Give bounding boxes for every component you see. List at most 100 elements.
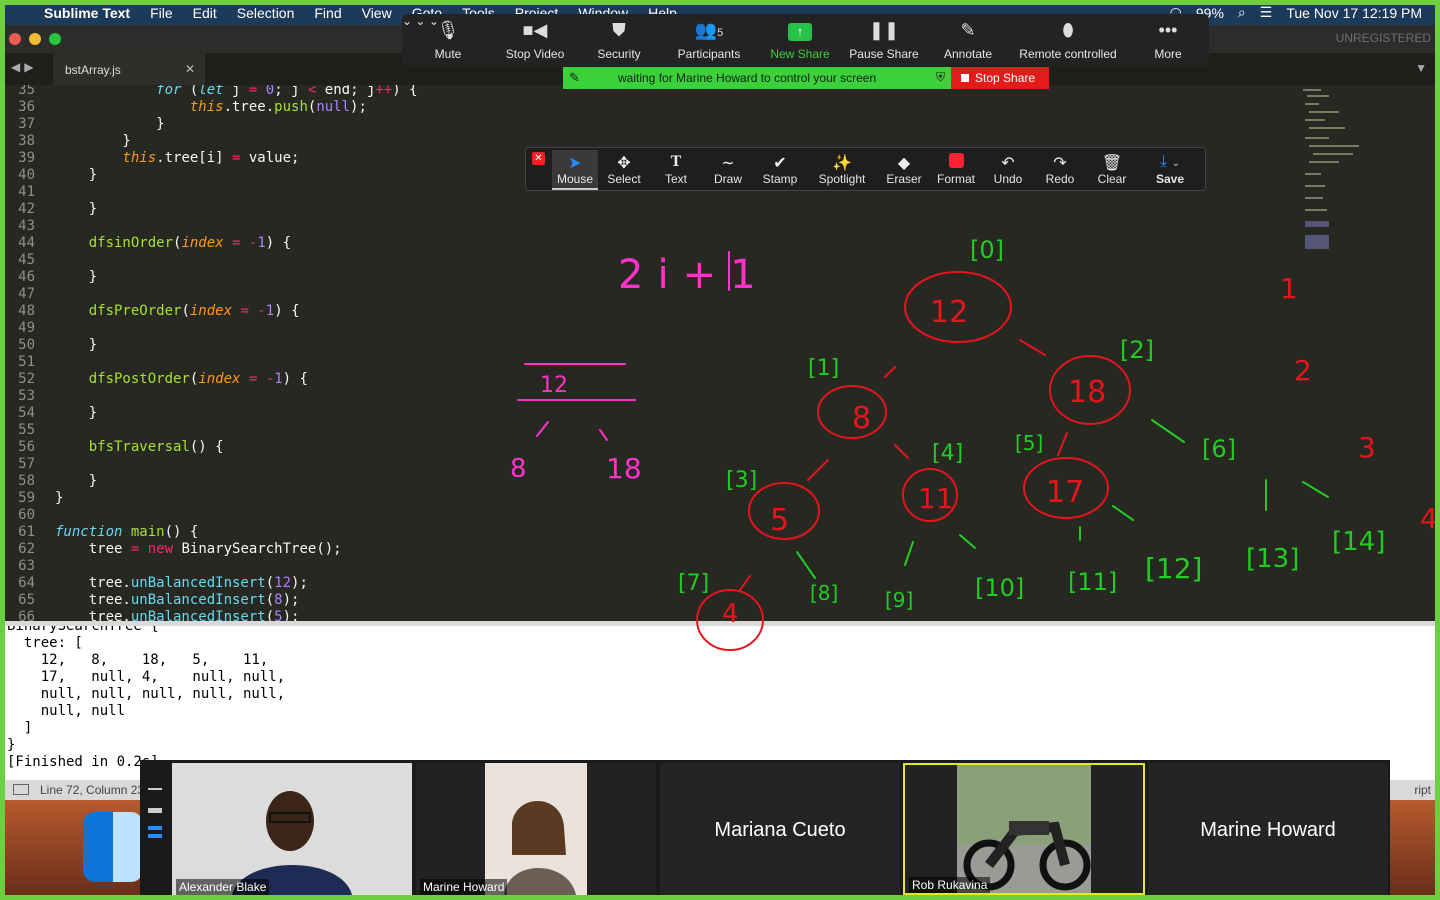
code-line: 56 bfsTraversal() {: [18, 439, 224, 455]
pause-share-button[interactable]: ❚❚ Pause Share: [848, 14, 920, 66]
pen-icon: ✎: [569, 70, 580, 85]
more-button[interactable]: ••• More: [1148, 14, 1188, 66]
tool-select[interactable]: ✥ Select: [602, 150, 646, 190]
share-arrow-icon: ↑: [788, 23, 812, 41]
code-line: 52 dfsPostOrder(index = -1) {: [18, 371, 308, 387]
mouse-icon: ⬮: [1062, 20, 1074, 40]
panel-toggle-icon[interactable]: [13, 784, 29, 795]
menu-selection[interactable]: Selection: [237, 5, 295, 21]
code-line: 58 }: [18, 473, 98, 489]
code-line: 45: [18, 252, 35, 268]
view-option-icon[interactable]: [148, 808, 162, 813]
pause-icon: ❚❚: [868, 20, 900, 40]
new-share-button[interactable]: ↑ New Share: [768, 14, 832, 66]
menu-view[interactable]: View: [362, 5, 392, 21]
code-line: 37 }: [18, 116, 165, 132]
spotlight-search-icon[interactable]: ⌕: [1238, 4, 1246, 21]
stop-video-button[interactable]: ■◀ Stop Video: [502, 14, 568, 66]
tool-text[interactable]: T Text: [656, 150, 696, 190]
menu-app-name[interactable]: Sublime Text: [44, 5, 130, 21]
cursor-position: Line 72, Column 23: [40, 783, 145, 797]
console-line: [Finished in 0.2s]: [7, 754, 159, 770]
code-line: 60: [18, 507, 35, 523]
code-line: 42 }: [18, 201, 98, 217]
stop-share-button[interactable]: Stop Share: [951, 67, 1049, 89]
participants-button[interactable]: 👥5 Participants: [674, 14, 744, 66]
tab-bstarray[interactable]: bstArray.js ✕: [53, 53, 205, 85]
tool-undo[interactable]: ↶ Undo: [988, 150, 1028, 190]
participants-icon: 👥5: [694, 20, 724, 40]
wand-icon: ✨: [832, 155, 852, 172]
unregistered-label: UNREGISTERED: [1335, 31, 1431, 45]
close-tab-icon[interactable]: ✕: [185, 62, 195, 76]
view-option-icon[interactable]: [148, 834, 162, 838]
video-tile-alexander-blake[interactable]: Alexander Blake: [172, 763, 412, 895]
console-line: BinarySearchTree {: [7, 626, 159, 634]
tool-stamp[interactable]: ✔ Stamp: [760, 150, 800, 190]
tool-mouse[interactable]: ➤ Mouse: [552, 150, 598, 190]
code-line: 43: [18, 218, 35, 234]
finder-icon[interactable]: [83, 812, 143, 882]
stop-square-icon: [961, 74, 969, 82]
tool-clear[interactable]: 🗑 Clear: [1092, 150, 1132, 190]
undo-icon: ↶: [1001, 155, 1015, 172]
move-icon: ✥: [617, 155, 631, 172]
code-line: 64 tree.unBalancedInsert(12);: [18, 575, 308, 591]
code-line: 51: [18, 354, 35, 370]
menu-file[interactable]: File: [150, 5, 173, 21]
menu-edit[interactable]: Edit: [193, 5, 217, 21]
code-line: 48 dfsPreOrder(index = -1) {: [18, 303, 300, 319]
tool-draw[interactable]: ∼ Draw: [708, 150, 748, 190]
mute-options-chevron-icon[interactable]: ⌄: [402, 14, 412, 28]
tool-format[interactable]: Format: [934, 150, 978, 190]
ellipsis-icon: •••: [1158, 20, 1178, 40]
code-line: 50 }: [18, 337, 98, 353]
video-tile-mariana-cueto[interactable]: Mariana Cueto: [660, 763, 900, 895]
shield-check-icon: ⛨: [935, 70, 945, 84]
console-line: tree: [: [7, 635, 83, 651]
video-tile-marine-howard[interactable]: Marine Howard: [416, 763, 656, 895]
tool-spotlight[interactable]: ✨ Spotlight: [816, 150, 868, 190]
video-options-chevron-icon[interactable]: ⌄: [415, 14, 425, 28]
console-line: null, null: [7, 703, 126, 719]
tool-redo[interactable]: ↷ Redo: [1040, 150, 1080, 190]
video-tile-marine-howard-2[interactable]: Marine Howard: [1148, 763, 1388, 895]
code-line: 54 }: [18, 405, 98, 421]
build-output-console: BinarySearchTree { tree: [ 12, 8, 18, 5,…: [5, 626, 1435, 780]
code-line: 62 tree = new BinarySearchTree();: [18, 541, 342, 557]
annotate-button[interactable]: ✎ Annotate: [940, 14, 996, 66]
menubar-clock[interactable]: Tue Nov 17 12:19 PM: [1286, 5, 1422, 21]
participant-video: [485, 763, 587, 895]
view-option-icon[interactable]: [148, 826, 162, 830]
participant-name-large: Marine Howard: [1200, 819, 1336, 841]
redo-icon: ↷: [1053, 155, 1067, 172]
minimize-gallery-icon[interactable]: [148, 788, 162, 790]
eraser-icon: ◆: [897, 155, 911, 172]
gallery-view-controls[interactable]: [140, 760, 172, 895]
tool-eraser[interactable]: ◆ Eraser: [884, 150, 924, 190]
close-annotation-icon[interactable]: ✕: [532, 152, 545, 165]
mic-icon: 🎙: [436, 20, 460, 40]
mute-button[interactable]: 🎙 Mute: [430, 14, 466, 66]
video-gallery: Alexander Blake Marine Howard 🎙 Mariana …: [140, 760, 1390, 895]
code-line: 57: [18, 456, 35, 472]
annotation-toolbar: ✕ ➤ Mouse ✥ Select T Text ∼ Draw ✔ Stamp…: [525, 147, 1206, 191]
video-tile-rob-rukavina[interactable]: Rob Rukavina: [903, 763, 1145, 895]
close-window-button[interactable]: [9, 33, 21, 45]
zoom-window-button[interactable]: [49, 33, 61, 45]
tool-save[interactable]: ⤓ ⌄ Save: [1142, 150, 1198, 190]
participant-name: Marine Howard: [420, 879, 508, 895]
tab-dropdown-icon[interactable]: ▼: [1415, 61, 1427, 75]
code-minimap[interactable]: [1295, 85, 1365, 265]
remote-control-status: waiting for Marine Howard to control you…: [618, 71, 877, 85]
syntax-label[interactable]: ript: [1414, 783, 1431, 797]
zoom-share-toolbar: 🎙 Mute ⌄ ■◀ Stop Video ⌄ ⛊ Security 👥5 P…: [402, 14, 1209, 66]
minimize-window-button[interactable]: [29, 33, 41, 45]
control-center-icon[interactable]: ☰: [1260, 4, 1273, 21]
code-line: 66 tree.unBalancedInsert(5);: [18, 609, 300, 621]
tab-nav-arrows-icon[interactable]: ◀▶: [11, 60, 37, 74]
menu-find[interactable]: Find: [314, 5, 341, 21]
remote-controlled-button[interactable]: ⬮ Remote controlled: [1016, 14, 1120, 66]
security-button[interactable]: ⛊ Security: [594, 14, 644, 66]
code-line: 47: [18, 286, 35, 302]
